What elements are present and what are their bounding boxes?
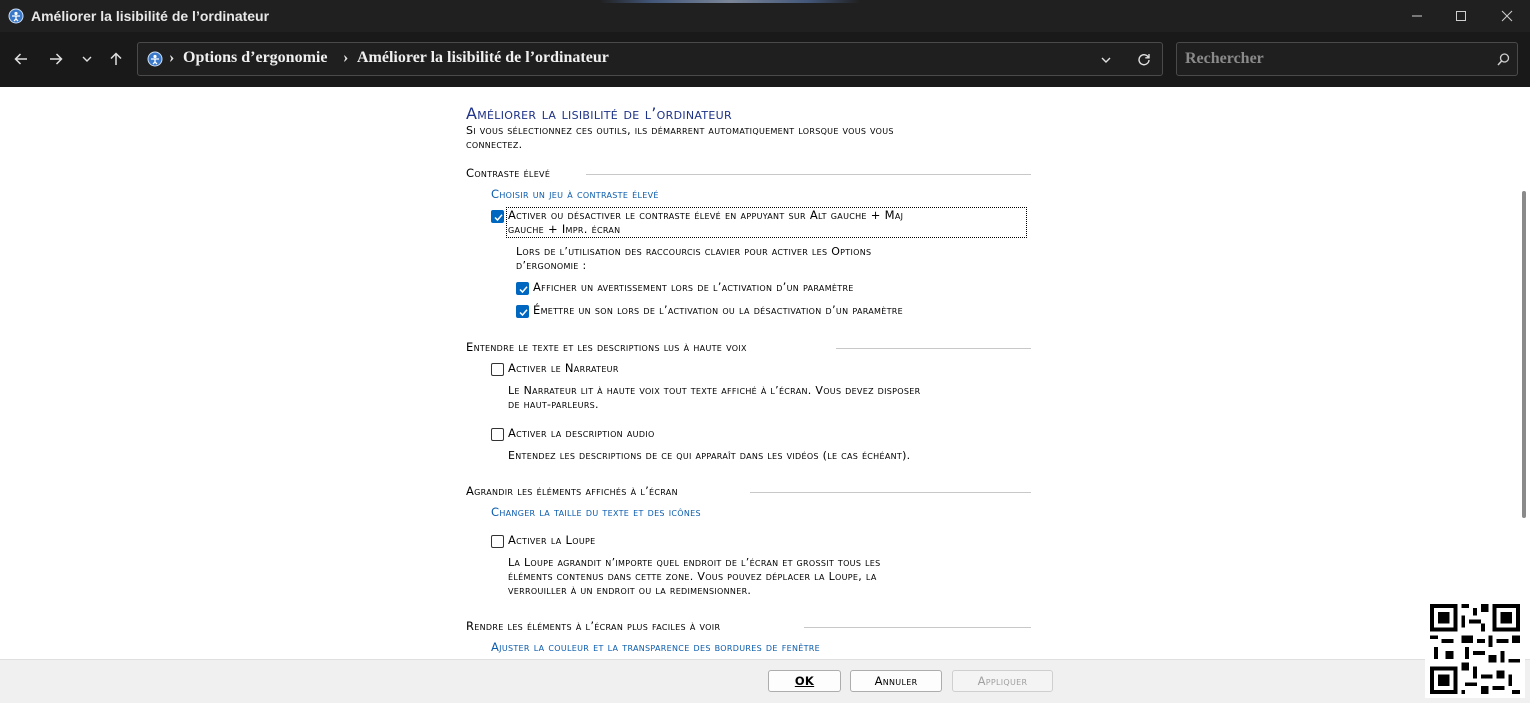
group-divider [836, 348, 1031, 349]
group-heading-contrast: Contraste élevé [466, 166, 551, 180]
navigation-bar: › Options d’ergonomie › Améliorer la lis… [0, 32, 1530, 87]
search-icon[interactable] [1497, 53, 1510, 66]
magnifier-description: La Loupe agrandit n’importe quel endroit… [508, 556, 881, 569]
cancel-button[interactable]: Annuler [850, 670, 942, 692]
forward-button[interactable] [43, 47, 69, 71]
control-panel-icon [147, 51, 163, 67]
vertical-scrollbar[interactable] [1522, 191, 1526, 518]
minimize-icon [1412, 15, 1422, 17]
audio-description-label[interactable]: Activer la description audio [508, 426, 655, 440]
magnifier-description-end: verrouiller à un endroit ou la redimensi… [508, 584, 752, 597]
checkmark-icon [519, 309, 528, 317]
breadcrumb-current[interactable]: Améliorer la lisibilité de l’ordinateur [357, 49, 609, 67]
warning-checkbox[interactable] [516, 282, 529, 295]
dialog-footer: OK Annuler Appliquer [0, 659, 1530, 703]
page-subtitle: Si vous sélectionnez ces outils, ils dém… [466, 124, 894, 137]
group-heading-magnify: Agrandir les éléments affichés à l’écran [466, 484, 678, 498]
close-button[interactable] [1484, 0, 1530, 32]
warning-label[interactable]: Afficher un avertissement lors de l’acti… [533, 280, 854, 294]
back-button[interactable] [8, 47, 34, 71]
audio-description-text: Entendez les descriptions de ce qui appa… [508, 449, 911, 462]
maximize-button[interactable] [1438, 0, 1484, 32]
refresh-button[interactable] [1132, 52, 1156, 68]
narrator-description: Le Narrateur lit à haute voix tout texte… [508, 384, 921, 397]
magnifier-checkbox[interactable] [491, 535, 504, 548]
group-heading-narrator: Entendre le texte et les descriptions lu… [466, 340, 747, 354]
narrator-label[interactable]: Activer le Narrateur [508, 361, 619, 375]
back-arrow-icon [14, 53, 27, 65]
ok-button[interactable]: OK [768, 670, 841, 692]
group-divider [750, 492, 1031, 493]
close-icon [1501, 10, 1513, 22]
shortcut-note-cont: d’ergonomie : [516, 259, 587, 272]
breadcrumb-ergonomics[interactable]: Options d’ergonomie [183, 49, 327, 67]
high-contrast-shortcut-label-cont[interactable]: gauche + Impr. écran [508, 222, 620, 236]
sound-checkbox[interactable] [516, 305, 529, 318]
page-subtitle-cont: connectez. [466, 138, 523, 151]
group-heading-easier: Rendre les éléments à l’écran plus facil… [466, 619, 721, 633]
narrator-description-cont: de haut-parleurs. [508, 398, 599, 411]
page-title: Améliorer la lisibilité de l’ordinateur [466, 104, 732, 123]
control-panel-icon [8, 8, 24, 24]
window-border-color-link[interactable]: Ajuster la couleur et la transparence de… [491, 640, 820, 654]
text-size-link[interactable]: Changer la taille du texte et des icônes [491, 505, 701, 519]
group-divider [804, 627, 1031, 628]
apply-button[interactable]: Appliquer [952, 670, 1053, 692]
checkmark-icon [519, 286, 528, 294]
search-box[interactable] [1176, 42, 1518, 76]
address-bar[interactable]: › Options d’ergonomie › Améliorer la lis… [137, 42, 1163, 76]
high-contrast-theme-link[interactable]: Choisir un jeu à contraste élevé [491, 187, 659, 201]
sound-label[interactable]: Émettre un son lors de l’activation ou l… [533, 303, 903, 317]
up-button[interactable] [103, 47, 129, 71]
recent-locations-button[interactable] [74, 47, 100, 71]
window-title: Améliorer la lisibilité de l’ordinateur [31, 8, 270, 24]
forward-arrow-icon [50, 53, 63, 65]
audio-description-checkbox[interactable] [491, 428, 504, 441]
group-divider [586, 174, 1031, 175]
up-arrow-icon [110, 52, 122, 65]
shortcut-note: Lors de l’utilisation des raccourcis cla… [516, 245, 872, 258]
minimize-button[interactable] [1394, 0, 1440, 32]
checkmark-icon [494, 214, 503, 222]
narrator-checkbox[interactable] [491, 363, 504, 376]
address-history-button[interactable] [1096, 52, 1116, 68]
magnifier-label[interactable]: Activer la Loupe [508, 533, 595, 547]
chevron-down-icon [82, 56, 92, 62]
title-bar: Améliorer la lisibilité de l’ordinateur [0, 0, 1530, 32]
refresh-icon [1138, 54, 1150, 66]
qr-code-icon [1425, 600, 1525, 698]
breadcrumb-separator: › [343, 49, 349, 66]
high-contrast-shortcut-checkbox[interactable] [491, 210, 504, 223]
high-contrast-shortcut-label[interactable]: Activer ou désactiver le contraste élevé… [508, 208, 903, 222]
breadcrumb-separator: › [169, 49, 175, 66]
maximize-icon [1456, 11, 1466, 21]
chevron-down-icon [1101, 57, 1111, 63]
magnifier-description-cont: éléments contenus dans cette zone. Vous … [508, 570, 877, 583]
titlebar-wallpaper-strip [600, 0, 860, 3]
content-pane: Améliorer la lisibilité de l’ordinateur … [0, 87, 1530, 659]
search-input[interactable] [1185, 49, 1485, 69]
